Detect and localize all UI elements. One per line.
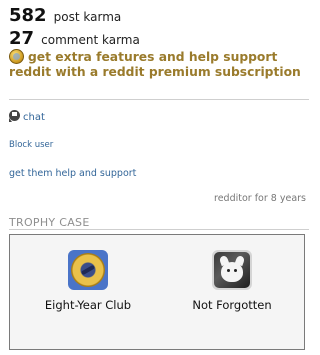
premium-promo-text[interactable]: get extra features and help support redd… — [9, 50, 301, 79]
chat-link-label[interactable]: chat — [23, 112, 45, 123]
trophy-case-title: TROPHY CASE — [9, 216, 90, 229]
eight-year-club-trophy-icon[interactable] — [68, 250, 108, 290]
comment-karma-label: comment karma — [41, 33, 140, 47]
chat-bubble-icon — [9, 110, 20, 122]
post-karma: 582 post karma — [9, 5, 121, 26]
trophy-name[interactable]: Eight-Year Club — [18, 298, 158, 312]
premium-promo-link[interactable]: get extra features and help support redd… — [9, 49, 301, 79]
trophy-not-forgotten[interactable]: Not Forgotten — [162, 250, 302, 312]
block-user-link[interactable]: Block user — [9, 140, 53, 150]
block-user-row: Block user — [9, 140, 53, 150]
trophy-case: Eight-Year Club Not Forgotten — [9, 234, 305, 350]
post-karma-label: post karma — [53, 10, 122, 24]
help-and-support-link[interactable]: get them help and support — [9, 168, 136, 179]
divider — [9, 99, 309, 100]
post-karma-value: 582 — [9, 5, 47, 26]
not-forgotten-trophy-icon[interactable] — [212, 250, 252, 290]
help-support-row: get them help and support — [9, 168, 136, 179]
trophy-case-divider — [9, 229, 309, 230]
comment-karma: 27 comment karma — [9, 28, 140, 49]
reddit-gold-coin-icon — [9, 49, 24, 64]
comment-karma-value: 27 — [9, 28, 35, 49]
chat-link[interactable]: chat — [9, 110, 45, 123]
account-age: redditor for 8 years — [214, 193, 306, 204]
trophy-eight-year-club[interactable]: Eight-Year Club — [18, 250, 158, 312]
trophy-name[interactable]: Not Forgotten — [162, 298, 302, 312]
